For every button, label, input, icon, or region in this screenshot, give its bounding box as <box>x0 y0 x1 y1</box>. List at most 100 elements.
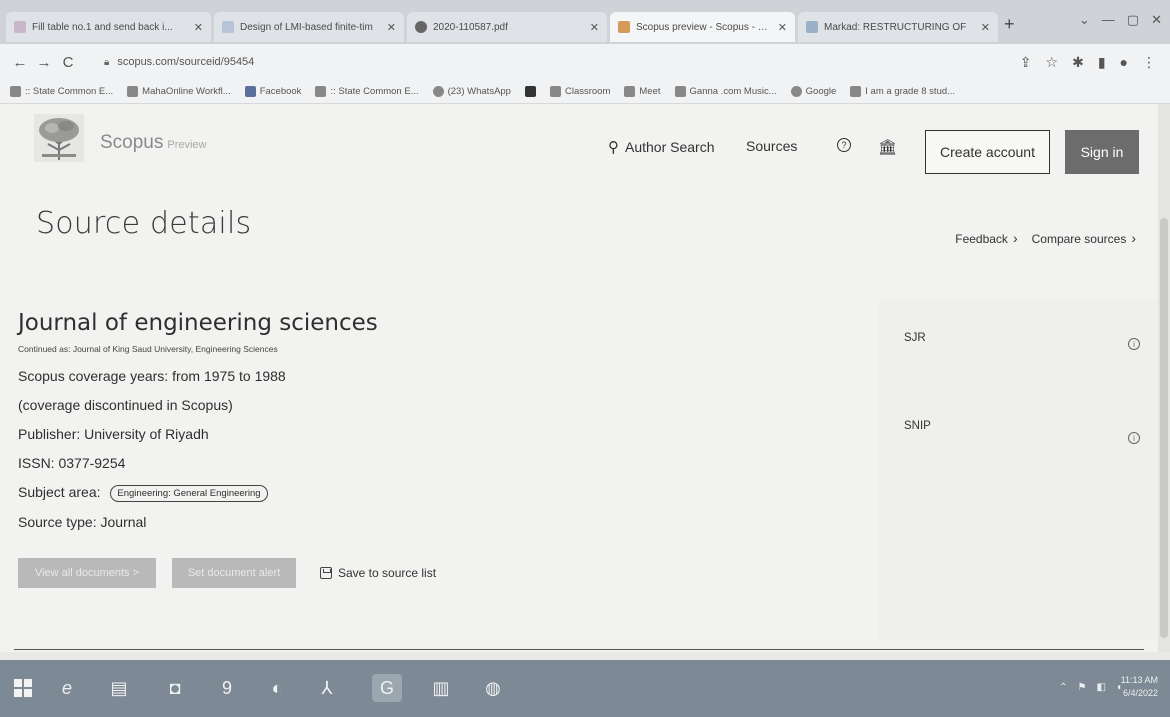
bookmark-item[interactable]: :: State Common E... <box>315 86 419 97</box>
scrollbar-thumb[interactable] <box>1160 218 1168 638</box>
bookmark-item[interactable] <box>524 86 536 97</box>
tab-markad[interactable]: Markad: RESTRUCTURING OF ✕ <box>798 12 998 42</box>
view-all-documents-button[interactable]: View all documents > <box>18 558 156 588</box>
bookmark-item[interactable]: Ganna .com Music... <box>674 86 777 97</box>
tab-scopus[interactable]: Scopus preview - Scopus - Jou ✕ <box>610 12 795 42</box>
info-icon[interactable]: i <box>1128 338 1140 350</box>
bookmark-item[interactable]: (23) WhatsApp <box>432 86 511 97</box>
opera-icon[interactable]: 9 <box>212 674 242 702</box>
feedback-link[interactable]: Feedback › <box>955 230 1017 246</box>
acrobat-icon[interactable]: ⅄ <box>312 674 342 702</box>
whatsapp-icon <box>432 86 444 97</box>
snip-label: SNIP <box>904 420 931 432</box>
author-search-link[interactable]: ⚲ Author Search <box>608 138 715 156</box>
network-icon[interactable]: ◧ <box>1097 682 1106 693</box>
page-links: Feedback › Compare sources › <box>955 230 1136 246</box>
internet-explorer-icon[interactable]: e <box>52 674 82 702</box>
tab-label: Scopus preview - Scopus - Jou <box>636 21 772 33</box>
institution-icon[interactable]: 🏛︎ <box>878 138 897 156</box>
file-explorer-icon[interactable]: ▤ <box>104 674 134 702</box>
continued-as[interactable]: Continued as: Journal of King Saud Unive… <box>18 344 278 354</box>
scopus-brand[interactable]: Scopus Preview <box>100 132 207 154</box>
bookmark-icon <box>524 86 536 97</box>
close-icon[interactable]: ✕ <box>981 21 990 34</box>
taskbar-clock[interactable]: 11:13 AM 6/4/2022 <box>1121 674 1158 700</box>
menu-icon[interactable]: ⋮ <box>1142 54 1156 71</box>
source-type-row: Source type: Journal <box>18 514 147 530</box>
bookmark-item[interactable]: Facebook <box>244 86 301 97</box>
compare-sources-link[interactable]: Compare sources › <box>1032 230 1136 246</box>
tab-design-lmi[interactable]: Design of LMI-based finite-tim ✕ <box>214 12 404 42</box>
bookmarks-bar: :: State Common E... MahaOnline Workfl..… <box>0 80 1170 104</box>
metrics-panel <box>878 300 1170 640</box>
search-icon <box>850 86 862 97</box>
profile-icon[interactable]: ● <box>1120 54 1128 71</box>
chevron-right-icon: › <box>1131 230 1136 246</box>
minimize-icon[interactable]: — <box>1102 12 1115 28</box>
bookmark-icon <box>315 86 327 97</box>
reload-icon[interactable]: C <box>56 54 80 71</box>
close-window-icon[interactable]: ✕ <box>1151 12 1162 28</box>
sign-in-button[interactable]: Sign in <box>1065 130 1139 174</box>
subject-area-chip[interactable]: Engineering: General Engineering <box>110 484 268 502</box>
window-controls: ⌄ — ▢ ✕ <box>1079 12 1162 28</box>
sjr-label: SJR <box>904 332 926 344</box>
info-icon[interactable]: i <box>1128 432 1140 444</box>
tab-fill-table[interactable]: Fill table no.1 and send back i... ✕ <box>6 12 211 42</box>
bookmark-item[interactable]: Google <box>790 86 836 97</box>
coverage-years: Scopus coverage years: from 1975 to 1988 <box>18 368 286 384</box>
subject-area-row: Subject area: Engineering: General Engin… <box>18 484 268 502</box>
save-to-source-list-link[interactable]: Save to source list <box>320 566 436 580</box>
share-icon[interactable]: ⇪ <box>1020 54 1032 71</box>
windows-start-icon[interactable] <box>8 674 38 702</box>
sources-link[interactable]: Sources <box>746 138 797 154</box>
windows-taskbar: e ▤ ◘ 9 ◐ ⅄ G ▥ ◍ ⌃ ⚑ ◧ ◖ 11:13 AM 6/4/2… <box>0 660 1170 717</box>
tab-pdf[interactable]: 2020-110587.pdf ✕ <box>407 12 607 42</box>
extensions-icon[interactable]: ✱ <box>1072 54 1084 71</box>
bookmark-item[interactable]: MahaOnline Workfl... <box>127 86 231 97</box>
tab-label: Fill table no.1 and send back i... <box>32 21 173 33</box>
address-bar[interactable]: 🔒︎ scopus.com/sourceid/95454 <box>104 50 1004 74</box>
bookmark-item[interactable]: I am a grade 8 stud... <box>850 86 955 97</box>
create-account-button[interactable]: Create account <box>925 130 1050 174</box>
chrome-icon[interactable]: G <box>372 674 402 702</box>
tab-label: 2020-110587.pdf <box>433 21 508 33</box>
tab-favicon-icon <box>222 21 234 33</box>
set-document-alert-button[interactable]: Set document alert <box>172 558 296 588</box>
maximize-icon[interactable]: ▢ <box>1127 12 1139 28</box>
page-scrollbar[interactable] <box>1158 104 1170 652</box>
new-tab-icon[interactable]: + <box>1004 14 1015 35</box>
chevron-right-icon: › <box>1012 230 1018 246</box>
flag-icon[interactable]: ⚑ <box>1078 682 1087 693</box>
forward-icon[interactable]: → <box>32 54 56 71</box>
tray-chevron-icon[interactable]: ⌃ <box>1059 682 1067 693</box>
issn-row: ISSN: 0377-9254 <box>18 455 126 471</box>
toolbar-actions: ⇪ ☆ ✱ ▮ ● ⋮ <box>1020 54 1156 71</box>
close-icon[interactable]: ✕ <box>778 21 787 34</box>
chevron-down-icon[interactable]: ⌄ <box>1079 12 1090 28</box>
journal-title: Journal of engineering sciences <box>18 310 378 336</box>
bookmark-icon <box>127 86 139 97</box>
source-type-value: Journal <box>100 514 147 530</box>
close-icon[interactable]: ✕ <box>194 21 203 34</box>
browser-tab-strip: Fill table no.1 and send back i... ✕ Des… <box>0 0 1170 44</box>
star-icon[interactable]: ☆ <box>1046 54 1059 71</box>
bookmark-item[interactable]: Classroom <box>549 86 610 97</box>
store-icon[interactable]: ◘ <box>160 674 190 702</box>
help-icon[interactable]: ? <box>837 138 851 152</box>
facebook-icon <box>244 86 256 97</box>
paint-icon[interactable]: ▥ <box>426 674 456 702</box>
close-icon[interactable]: ✕ <box>387 21 396 34</box>
sidepanel-icon[interactable]: ▮ <box>1098 54 1106 71</box>
edge-icon[interactable]: ◐ <box>262 674 292 702</box>
section-divider <box>14 649 1144 650</box>
bookmark-item[interactable]: :: State Common E... <box>10 86 113 97</box>
bookmark-item[interactable]: Meet <box>624 86 661 97</box>
close-icon[interactable]: ✕ <box>590 21 599 34</box>
lock-icon: 🔒︎ <box>104 56 110 68</box>
elsevier-tree-logo[interactable] <box>34 114 84 162</box>
back-icon[interactable]: ← <box>8 54 32 71</box>
issn-value: 0377-9254 <box>58 455 126 471</box>
app-icon[interactable]: ◍ <box>478 674 508 702</box>
classroom-icon <box>549 86 561 97</box>
